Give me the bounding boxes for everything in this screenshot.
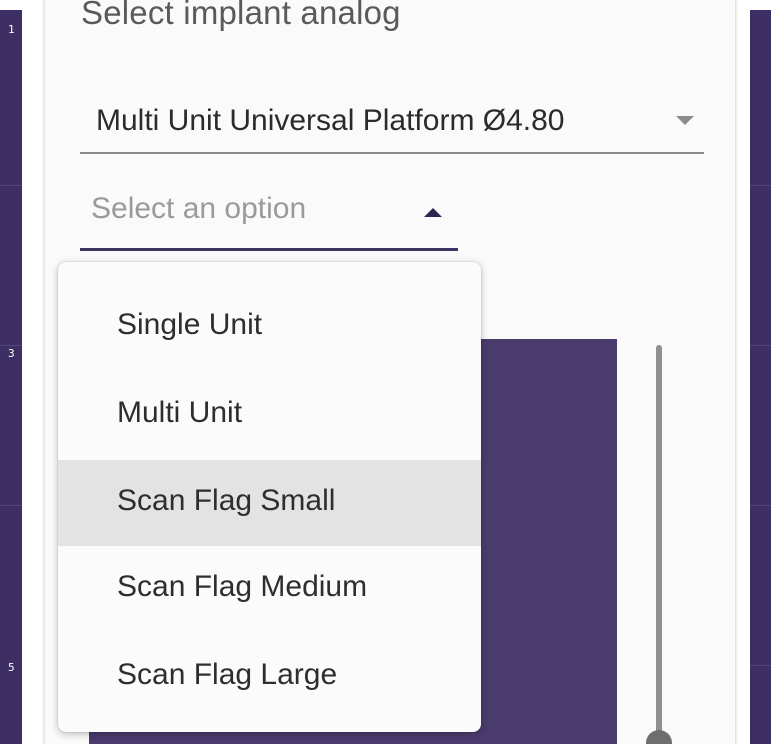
option-select[interactable]: Select an option [80,186,458,251]
viewport-gridline [0,345,22,346]
dropdown-item-label: Single Unit [117,308,263,341]
dropdown-item-scan-flag-small[interactable]: Scan Flag Small [58,460,481,546]
dropdown-item-multi-unit[interactable]: Multi Unit [58,372,481,458]
viewport-tick-label: 5 [8,661,15,674]
implant-analog-select[interactable]: Multi Unit Universal Platform Ø4.80 [80,102,704,154]
viewport-left[interactable]: 1 3 5 [0,10,22,744]
viewport-gridline [0,185,22,186]
viewport-gridline [750,185,771,186]
dropdown-item-label: Scan Flag Medium [117,570,368,603]
viewport-tick-label: 3 [8,347,15,360]
viewport-gridline [750,505,771,506]
implant-analog-value: Multi Unit Universal Platform Ø4.80 [96,104,565,137]
vertical-slider-track[interactable] [656,345,662,744]
dropdown-item-label: Scan Flag Large [117,658,338,691]
dropdown-item-single-unit[interactable]: Single Unit [58,284,481,370]
dropdown-item-label: Scan Flag Small [117,484,336,517]
caret-down-icon [676,116,694,125]
dropdown-item-scan-flag-large[interactable]: Scan Flag Large [58,634,481,720]
viewport-gridline [750,665,771,666]
option-dropdown-menu: Single Unit Multi Unit Scan Flag Small S… [58,262,481,732]
caret-up-icon [424,208,442,217]
vertical-slider-thumb[interactable] [646,730,672,744]
dropdown-item-label: Multi Unit [117,396,243,429]
option-select-placeholder: Select an option [91,192,307,225]
panel-title: Select implant analog [81,0,401,31]
viewport-gridline [750,345,771,346]
viewport-tick-label: 1 [8,23,15,36]
viewport-gridline [0,505,22,506]
viewport-right[interactable] [750,10,771,744]
dropdown-item-scan-flag-medium[interactable]: Scan Flag Medium [58,546,481,632]
